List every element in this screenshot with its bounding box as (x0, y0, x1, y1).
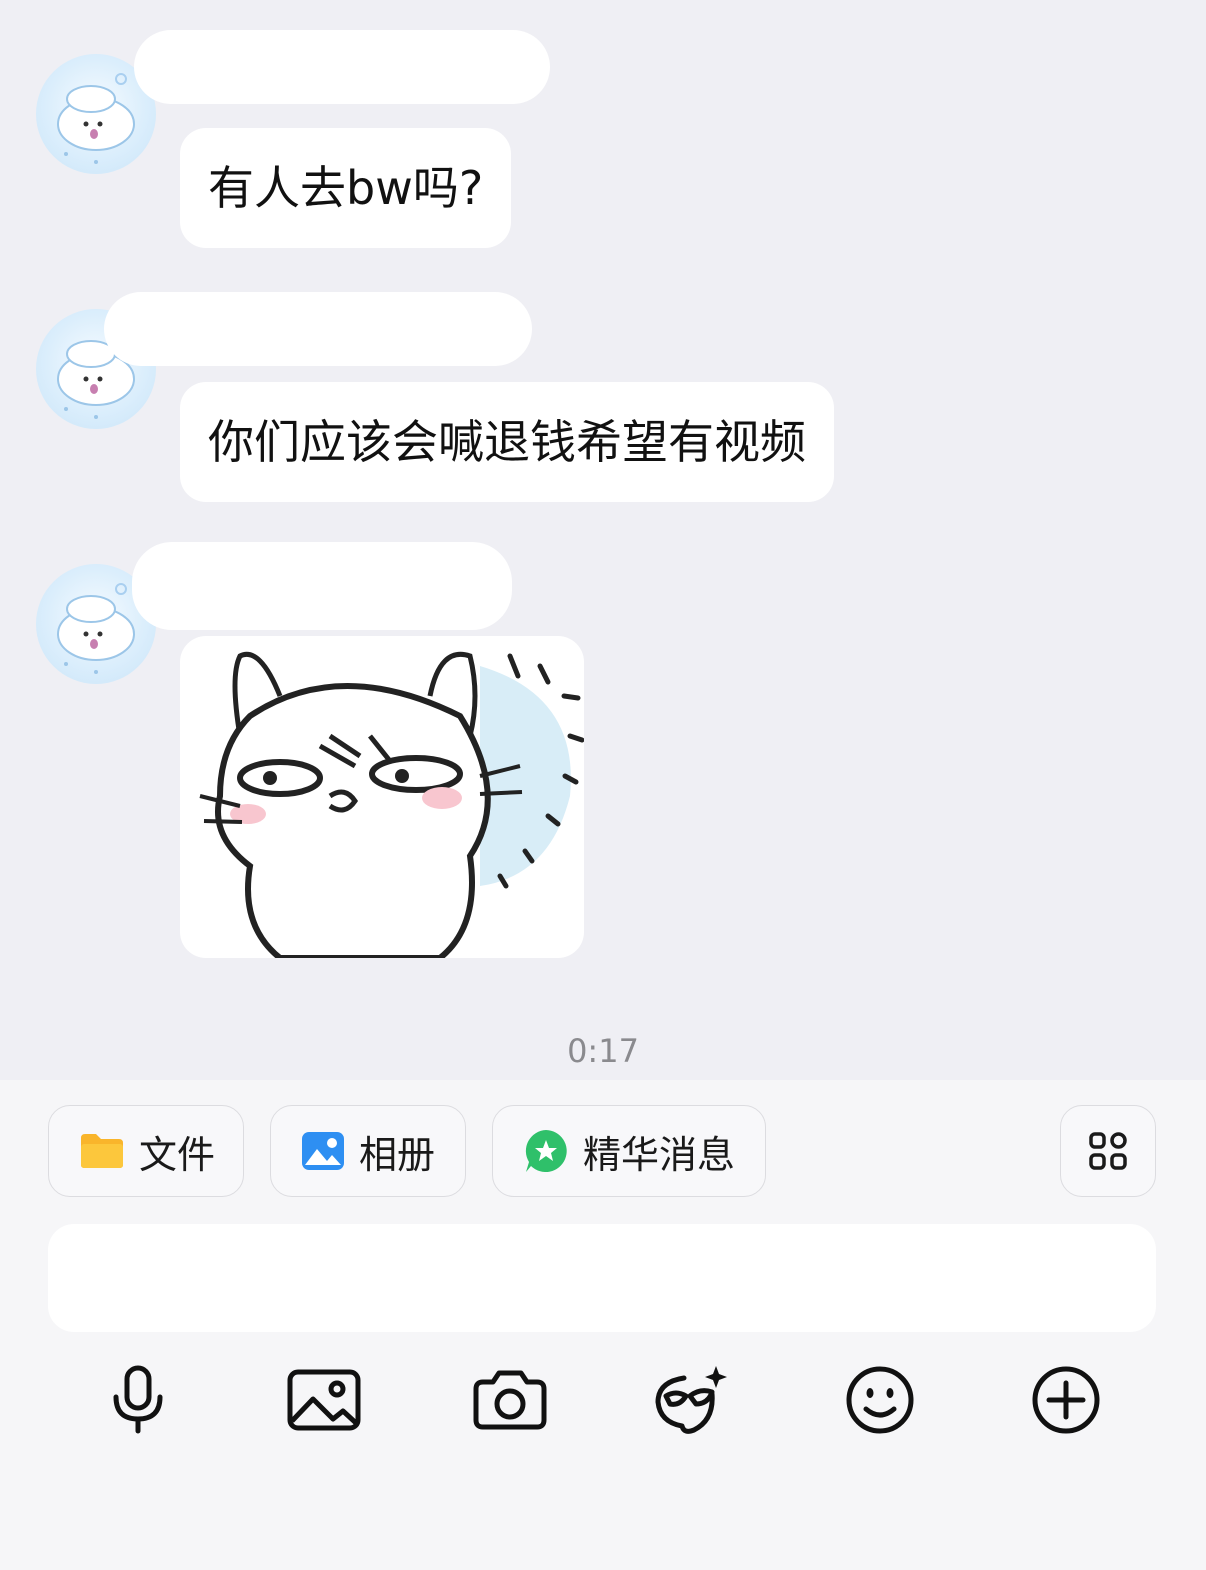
photo-album-icon (302, 1132, 344, 1170)
sender-name (104, 292, 532, 366)
album-button-label: 相册 (359, 1132, 436, 1177)
microphone-icon (113, 1365, 163, 1434)
avatar-effect-button[interactable] (652, 1360, 732, 1440)
camera-button[interactable] (470, 1360, 550, 1440)
featured-message-icon (525, 1130, 567, 1172)
image-button[interactable] (284, 1360, 364, 1440)
cat-sticker-icon (199, 652, 584, 958)
file-button[interactable]: 文件 (48, 1105, 244, 1197)
add-icon (1032, 1366, 1100, 1434)
message-bubble[interactable]: 有人去bw吗? (180, 128, 512, 248)
message-bubble[interactable]: 你们应该会喊退钱希望有视频 (180, 382, 834, 502)
voice-button[interactable] (98, 1360, 178, 1440)
message-input[interactable] (48, 1224, 1156, 1332)
image-icon (287, 1369, 361, 1431)
message-timestamp: 0:17 (567, 1032, 639, 1070)
folder-icon (81, 1134, 123, 1168)
album-button[interactable]: 相册 (270, 1105, 466, 1197)
add-button[interactable] (1026, 1360, 1106, 1440)
file-button-label: 文件 (139, 1132, 216, 1177)
sender-name (134, 30, 550, 104)
grid-icon (1089, 1132, 1127, 1170)
featured-messages-label: 精华消息 (583, 1132, 736, 1177)
emoji-icon (846, 1366, 914, 1434)
more-apps-button[interactable] (1060, 1105, 1156, 1197)
featured-messages-button[interactable]: 精华消息 (492, 1105, 766, 1197)
sender-name (132, 542, 512, 630)
emoji-button[interactable] (840, 1360, 920, 1440)
camera-icon (473, 1370, 547, 1430)
cat-sticker[interactable] (180, 636, 584, 958)
avatar-effect-icon (655, 1366, 727, 1434)
